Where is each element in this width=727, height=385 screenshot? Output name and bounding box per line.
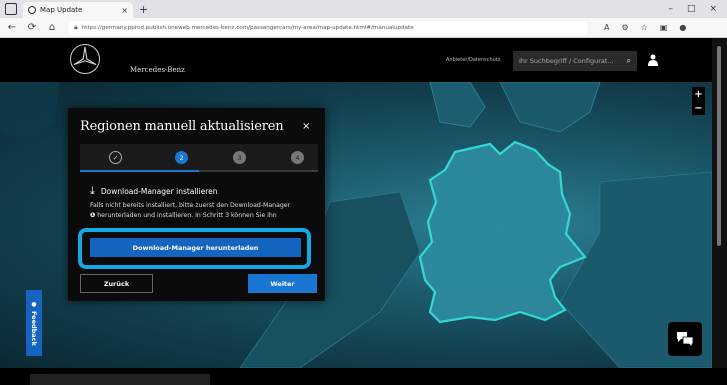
description-line-1: Falls nicht bereits installiert, bitte z… [90, 202, 291, 209]
page-scrollbar[interactable] [712, 38, 727, 368]
url-text: https://germany.pprod.publish.oneweb.mer… [81, 24, 414, 31]
section-heading: ⤓ Download-Manager installieren [90, 184, 218, 198]
profile-icon[interactable]: ● [679, 23, 686, 32]
feedback-tab[interactable]: ● Feedback [26, 290, 42, 356]
manual-update-dialog: Regionen manuell aktualisieren × ✓ 2 3 4… [68, 108, 325, 301]
close-icon[interactable]: × [302, 121, 310, 132]
zoom-out-button[interactable]: − [694, 103, 702, 114]
minimize-button[interactable]: – [668, 4, 673, 14]
back-arrow-icon[interactable]: ← [4, 22, 20, 33]
search-icon[interactable]: ⌕ [627, 56, 631, 66]
extensions-icon[interactable]: ⚙ [621, 23, 628, 32]
description-line-2-wrap: ❶ herunterladen und installieren. In Sch… [90, 211, 312, 221]
favorites-icon[interactable]: ☆ [641, 23, 648, 32]
lock-icon: 🔒︎ [74, 23, 78, 31]
stepper: ✓ 2 3 4 [80, 144, 318, 172]
step-2[interactable]: 2 [175, 151, 188, 164]
dialog-description: Falls nicht bereits installiert, bitte z… [90, 201, 312, 222]
step-3[interactable]: 3 [233, 151, 246, 164]
zoom-in-button[interactable]: + [694, 89, 702, 100]
info-icon: ❶ [90, 211, 96, 219]
step-4[interactable]: 4 [291, 151, 304, 164]
window-menu-icon[interactable] [5, 3, 17, 15]
window-controls: – □ × [668, 4, 727, 14]
new-tab-button[interactable]: + [139, 3, 148, 16]
home-icon[interactable]: ⌂ [44, 22, 60, 33]
feedback-icon: ● [31, 300, 37, 308]
germany-region [418, 140, 587, 324]
address-tools: A ⚙ ☆ ▣ ● [604, 23, 686, 32]
brand-name: Mercedes-Benz [130, 66, 185, 74]
scrollbar-thumb[interactable] [717, 46, 721, 246]
address-bar: ← ⟳ ⌂ 🔒︎ https://germany.pprod.publish.o… [0, 18, 727, 38]
maximize-button[interactable]: □ [687, 4, 696, 14]
chat-button[interactable] [668, 322, 702, 356]
feedback-label: Feedback [30, 310, 38, 346]
read-aloud-icon[interactable]: A [604, 23, 609, 32]
search-placeholder: Ihr Suchbegriff / Configurat... [519, 57, 614, 65]
stepper-progress [80, 170, 199, 172]
mercedes-star-icon [73, 46, 97, 66]
download-icon: ⤓ [90, 184, 95, 197]
bottom-panel [30, 374, 210, 385]
mercedes-star-logo[interactable] [70, 44, 100, 74]
tab-title: Map Update [40, 6, 83, 14]
back-button[interactable]: Zurück [80, 274, 153, 293]
provider-privacy-link[interactable]: Anbieter/Datenschutz [446, 57, 500, 63]
description-line-2: herunterladen und installieren. In Schri… [97, 211, 277, 219]
collections-icon[interactable]: ▣ [660, 23, 668, 32]
zoom-controls: + − [692, 87, 705, 115]
browser-tab-bar: Map Update × + – □ × [0, 0, 727, 18]
chat-bubbles-icon [677, 332, 694, 347]
tab-favicon-icon [28, 6, 36, 14]
close-window-button[interactable]: × [709, 4, 717, 14]
dialog-title: Regionen manuell aktualisieren [80, 119, 284, 134]
url-field[interactable]: 🔒︎ https://germany.pprod.publish.oneweb.… [68, 20, 588, 35]
highlight-outline [78, 228, 311, 269]
refresh-icon[interactable]: ⟳ [24, 22, 40, 33]
site-header: Mercedes-Benz Anbieter/Datenschutz Ihr S… [0, 38, 727, 82]
section-title: Download-Manager installieren [100, 186, 218, 196]
next-button[interactable]: Weiter [248, 274, 317, 293]
browser-tab[interactable]: Map Update × [23, 2, 133, 18]
step-1[interactable]: ✓ [109, 151, 122, 164]
search-input[interactable]: Ihr Suchbegriff / Configurat... ⌕ [513, 51, 637, 71]
user-icon[interactable] [648, 54, 658, 66]
tab-close-icon[interactable]: × [121, 6, 128, 15]
